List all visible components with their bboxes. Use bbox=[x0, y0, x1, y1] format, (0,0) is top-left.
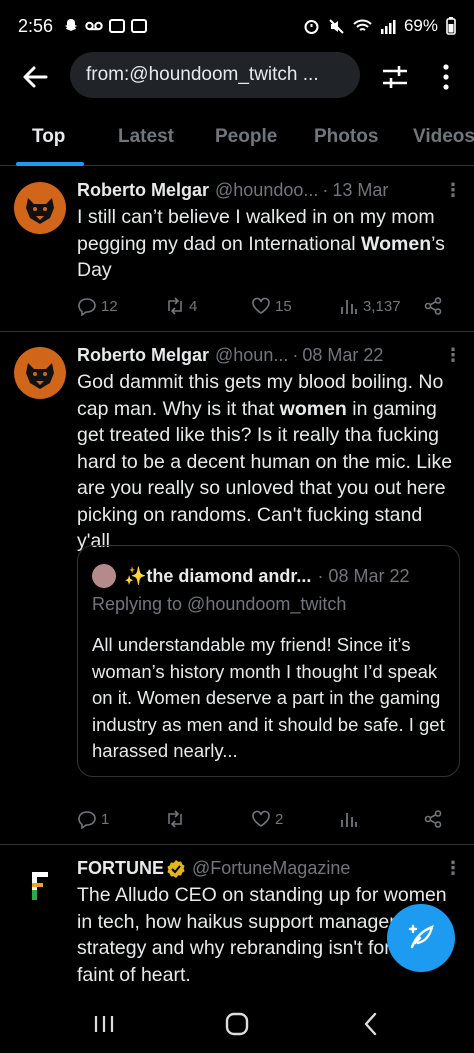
search-query: from:@houndoom_twitch ... bbox=[86, 64, 319, 85]
battery-icon bbox=[446, 17, 456, 35]
like-button[interactable]: 2 bbox=[251, 809, 283, 829]
search-header: from:@houndoom_twitch ... bbox=[0, 52, 474, 100]
dog-avatar-icon bbox=[26, 363, 54, 389]
tweet-header: FORTUNE @FortuneMagazine ⋮ bbox=[77, 858, 462, 879]
replying-to: Replying to @houndoom_twitch bbox=[92, 594, 347, 614]
signal-icon bbox=[380, 19, 396, 34]
voicemail-icon bbox=[85, 21, 103, 31]
avatar[interactable] bbox=[14, 182, 66, 234]
tab-photos[interactable]: Photos bbox=[314, 126, 378, 148]
tab-top[interactable]: Top bbox=[32, 126, 65, 148]
recent-apps-icon[interactable] bbox=[90, 1010, 118, 1038]
active-tab-indicator bbox=[16, 162, 84, 166]
views-button[interactable]: 3,137 bbox=[339, 296, 401, 316]
reply-count: 12 bbox=[101, 297, 118, 315]
fortune-logo[interactable] bbox=[14, 860, 66, 912]
tweet-text: God dammit this gets my blood boiling. N… bbox=[77, 369, 460, 555]
compose-feather-icon bbox=[408, 924, 434, 949]
tweet-menu-icon[interactable]: ⋮ bbox=[444, 858, 462, 879]
tweet-actions: 12 4 15 3,137 bbox=[77, 296, 460, 324]
separator-dot: · bbox=[322, 180, 329, 200]
tweet-menu-icon[interactable]: ⋮ bbox=[444, 345, 462, 366]
quote-text: All understandable my friend! Since it’s… bbox=[92, 634, 445, 761]
retweet-button[interactable] bbox=[165, 809, 189, 829]
reply-icon bbox=[78, 298, 96, 316]
tab-people[interactable]: People bbox=[215, 126, 277, 148]
search-tabs: Top Latest People Photos Videos bbox=[0, 112, 474, 166]
tweet[interactable]: Roberto Melgar @houndoo... · 13 Mar ⋮ I … bbox=[0, 168, 474, 332]
more-options-icon[interactable] bbox=[436, 60, 456, 94]
tweet-text-part: in gaming get treated like this? Is it r… bbox=[77, 397, 453, 553]
notification-icons bbox=[63, 18, 148, 34]
tweet-date[interactable]: 08 Mar 22 bbox=[302, 345, 383, 366]
back-nav-icon[interactable] bbox=[358, 1010, 386, 1038]
filter-icon[interactable] bbox=[380, 62, 410, 92]
views-icon bbox=[341, 813, 357, 827]
author-handle[interactable]: @houn... bbox=[215, 345, 288, 366]
quote-header: ✨the diamond andr... · 08 Mar 22 bbox=[92, 564, 445, 588]
tweet[interactable]: Roberto Melgar @houn... · 08 Mar 22 ⋮ Go… bbox=[0, 333, 474, 845]
tab-videos[interactable]: Videos bbox=[413, 126, 474, 148]
search-input[interactable]: from:@houndoom_twitch ... bbox=[70, 52, 360, 98]
status-time: 2:56 bbox=[18, 15, 54, 36]
quote-date: · 08 Mar 22 bbox=[317, 565, 410, 586]
wifi-icon bbox=[353, 19, 372, 31]
tweet-header: Roberto Melgar @houndoo... · 13 Mar ⋮ bbox=[77, 180, 462, 201]
share-icon bbox=[424, 297, 442, 315]
like-button[interactable]: 15 bbox=[251, 296, 292, 316]
author-handle[interactable]: @FortuneMagazine bbox=[192, 858, 350, 879]
share-button[interactable] bbox=[423, 296, 443, 316]
heart-icon bbox=[252, 297, 270, 314]
author-name[interactable]: Roberto Melgar bbox=[77, 345, 209, 366]
separator-dot: · bbox=[292, 345, 299, 365]
tweet-menu-icon[interactable]: ⋮ bbox=[444, 180, 462, 201]
author-handle[interactable]: @houndoo... bbox=[215, 180, 318, 201]
tweet-text: I still can’t believe I walked in on my … bbox=[77, 204, 460, 284]
like-count: 15 bbox=[275, 297, 292, 315]
alarm-icon bbox=[304, 19, 319, 34]
quote-avatar bbox=[92, 564, 116, 588]
avatar[interactable] bbox=[14, 347, 66, 399]
reply-button[interactable]: 1 bbox=[77, 809, 109, 829]
search-highlight: Women bbox=[361, 232, 432, 255]
quoted-tweet[interactable]: ✨the diamond andr... · 08 Mar 22 Replyin… bbox=[77, 545, 460, 777]
battery-percent: 69% bbox=[403, 16, 438, 35]
tweet-date[interactable]: 13 Mar bbox=[332, 180, 388, 201]
search-highlight: women bbox=[279, 397, 347, 420]
heart-icon bbox=[252, 810, 270, 827]
twitch-icon bbox=[109, 19, 126, 33]
compose-tweet-button[interactable] bbox=[387, 904, 455, 972]
author-name[interactable]: FORTUNE bbox=[77, 858, 164, 879]
home-icon[interactable] bbox=[223, 1010, 251, 1038]
share-icon bbox=[424, 810, 442, 828]
system-nav-bar bbox=[0, 992, 474, 1053]
reply-count: 1 bbox=[101, 810, 110, 828]
mute-icon bbox=[329, 18, 344, 34]
reply-button[interactable]: 12 bbox=[77, 296, 118, 316]
quote-author-name: ✨the diamond andr... bbox=[124, 565, 312, 586]
like-count: 2 bbox=[275, 810, 284, 828]
views-count: 3,137 bbox=[363, 297, 401, 315]
fortune-logo-icon bbox=[32, 872, 48, 900]
author-name[interactable]: Roberto Melgar bbox=[77, 180, 209, 201]
retweet-icon bbox=[168, 810, 182, 828]
dog-avatar-icon bbox=[26, 198, 54, 224]
share-button[interactable] bbox=[423, 809, 443, 829]
retweet-icon bbox=[168, 297, 182, 315]
twitch-icon-2 bbox=[131, 19, 148, 33]
snapchat-icon bbox=[65, 19, 78, 31]
views-button[interactable] bbox=[339, 809, 359, 829]
status-bar: 2:56 69% bbox=[0, 0, 474, 52]
views-icon bbox=[341, 300, 357, 314]
retweet-count: 4 bbox=[189, 297, 198, 315]
reply-icon bbox=[78, 811, 96, 829]
retweet-button[interactable]: 4 bbox=[165, 296, 197, 316]
verified-badge-icon bbox=[167, 859, 185, 878]
tab-latest[interactable]: Latest bbox=[118, 126, 174, 148]
tweet-header: Roberto Melgar @houn... · 08 Mar 22 ⋮ bbox=[77, 345, 462, 366]
tweet-actions: 1 2 bbox=[77, 809, 460, 837]
back-arrow-icon[interactable] bbox=[18, 60, 52, 94]
